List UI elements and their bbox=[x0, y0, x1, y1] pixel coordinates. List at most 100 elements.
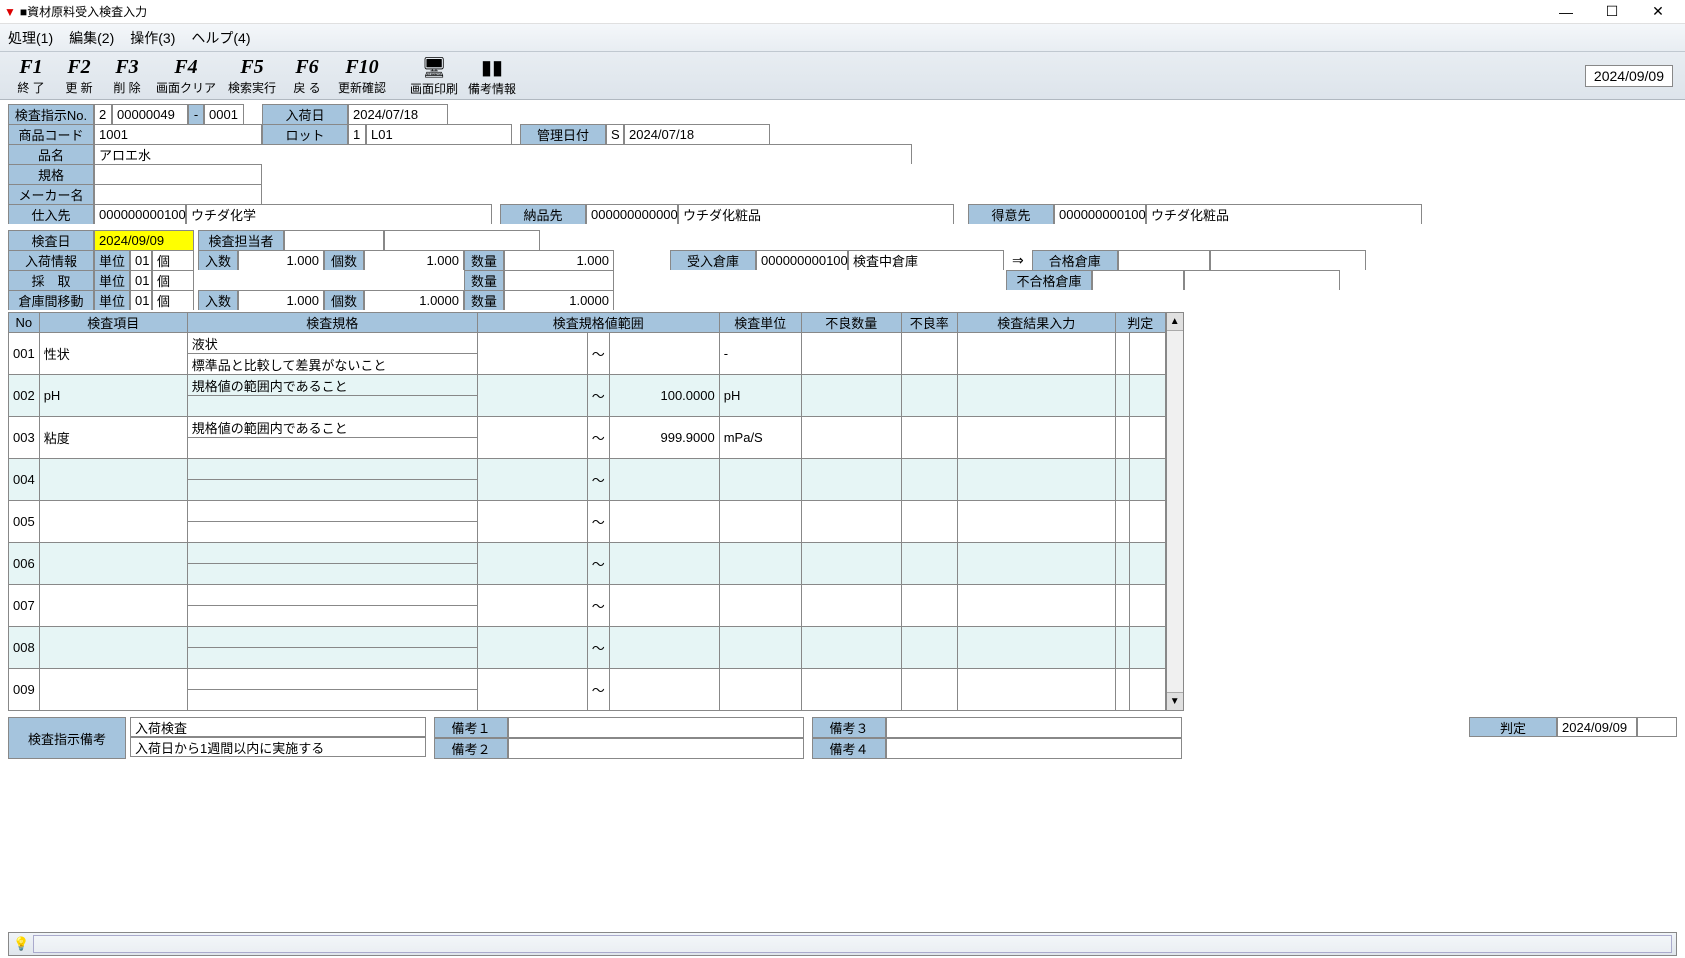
lot-label: ロット bbox=[262, 124, 348, 144]
table-row[interactable]: 002pH規格値の範囲内であること～100.0000pH bbox=[9, 375, 1166, 396]
bikou1-label: 備考１ bbox=[434, 717, 508, 738]
lot-2-input[interactable]: L01 bbox=[366, 124, 512, 144]
col-spec: 検査規格 bbox=[187, 313, 477, 333]
pass-wh-code[interactable] bbox=[1118, 250, 1210, 270]
fail-wh-label: 不合格倉庫 bbox=[1006, 270, 1092, 290]
inspect-no-label: 検査指示No. bbox=[8, 104, 94, 124]
inspect-no-3-input[interactable]: 0001 bbox=[204, 104, 244, 124]
menu-bar: 処理(1) 編集(2) 操作(3) ヘルプ(4) bbox=[0, 24, 1685, 52]
inspector-code-input[interactable] bbox=[284, 230, 384, 250]
in-qty-3[interactable]: 1.000 bbox=[238, 290, 324, 310]
menu-process[interactable]: 処理(1) bbox=[8, 28, 53, 48]
unit-code-2[interactable]: 01 bbox=[130, 270, 152, 290]
lot-1-input[interactable]: 1 bbox=[348, 124, 366, 144]
in-qty-1[interactable]: 1.000 bbox=[238, 250, 324, 270]
close-button[interactable]: ✕ bbox=[1635, 0, 1681, 24]
arrival-date-label: 入荷日 bbox=[262, 104, 348, 124]
f2-update-button[interactable]: F2更 新 bbox=[56, 54, 102, 98]
remarks-button[interactable]: ▮▮備考情報 bbox=[464, 54, 520, 98]
in-qty-label-3: 入数 bbox=[198, 290, 238, 310]
col-ng-rate: 不良率 bbox=[901, 313, 957, 333]
menu-operate[interactable]: 操作(3) bbox=[130, 28, 175, 48]
delivery-code-input[interactable]: 0000000000000 bbox=[586, 204, 678, 224]
table-row[interactable]: 003粘度規格値の範囲内であること～999.9000mPa/S bbox=[9, 417, 1166, 438]
recv-wh-name: 検査中倉庫 bbox=[848, 250, 1004, 270]
bikou2-label: 備考２ bbox=[434, 738, 508, 759]
product-name-input[interactable]: アロエ水 bbox=[94, 144, 912, 164]
judge-label: 判定 bbox=[1469, 717, 1557, 737]
maker-label: メーカー名 bbox=[8, 184, 94, 204]
bikou4-input[interactable] bbox=[886, 738, 1182, 759]
bikou3-input[interactable] bbox=[886, 717, 1182, 738]
unit-label-3: 単位 bbox=[94, 290, 130, 310]
f4-clear-button[interactable]: F4画面クリア bbox=[152, 54, 220, 98]
f6-back-button[interactable]: F6戻 る bbox=[284, 54, 330, 98]
arrival-info-label: 入荷情報 bbox=[8, 250, 94, 270]
maximize-button[interactable]: ☐ bbox=[1589, 0, 1635, 24]
table-row[interactable]: 006～ bbox=[9, 543, 1166, 564]
arrival-date-input[interactable]: 2024/07/18 bbox=[348, 104, 448, 124]
f3-delete-button[interactable]: F3削 除 bbox=[104, 54, 150, 98]
minimize-button[interactable]: — bbox=[1543, 0, 1589, 24]
piece-label-1: 個数 bbox=[324, 250, 364, 270]
maker-input[interactable] bbox=[94, 184, 262, 204]
col-range: 検査規格値範囲 bbox=[477, 313, 719, 333]
status-bar: 💡 bbox=[8, 932, 1677, 956]
table-row[interactable]: 005～ bbox=[9, 501, 1166, 522]
f5-search-button[interactable]: F5検索実行 bbox=[222, 54, 282, 98]
remark-label: 検査指示備考 bbox=[8, 717, 126, 759]
recv-wh-label: 受入倉庫 bbox=[670, 250, 756, 270]
piece-1[interactable]: 1.000 bbox=[364, 250, 464, 270]
customer-code-input[interactable]: 0000000001000 bbox=[1054, 204, 1146, 224]
bikou3-label: 備考３ bbox=[812, 717, 886, 738]
monitor-icon: 🖥 bbox=[421, 55, 446, 80]
menu-help[interactable]: ヘルプ(4) bbox=[191, 28, 250, 48]
supplier-code-input[interactable]: 0000000001000 bbox=[94, 204, 186, 224]
table-row[interactable]: 001性状液状～- bbox=[9, 333, 1166, 354]
scroll-up-icon[interactable]: ▲ bbox=[1167, 313, 1183, 331]
table-row[interactable]: 008～ bbox=[9, 627, 1166, 648]
col-ng-qty: 不良数量 bbox=[801, 313, 901, 333]
toolbar: F1終 了 F2更 新 F3削 除 F4画面クリア F5検索実行 F6戻 る F… bbox=[0, 52, 1685, 100]
recv-wh-code[interactable]: 0000000001000 bbox=[756, 250, 848, 270]
unit-code-1[interactable]: 01 bbox=[130, 250, 152, 270]
ctrl-date-2-input[interactable]: 2024/07/18 bbox=[624, 124, 770, 144]
inspect-no-2-input[interactable]: 00000049 bbox=[112, 104, 188, 124]
qty-1[interactable]: 1.000 bbox=[504, 250, 614, 270]
piece-3[interactable]: 1.0000 bbox=[364, 290, 464, 310]
customer-label: 得意先 bbox=[968, 204, 1054, 224]
spec-input[interactable] bbox=[94, 164, 262, 184]
document-icon: ▮▮ bbox=[481, 55, 503, 80]
bikou1-input[interactable] bbox=[508, 717, 804, 738]
table-row[interactable]: 004～ bbox=[9, 459, 1166, 480]
table-row[interactable]: 007～ bbox=[9, 585, 1166, 606]
product-code-input[interactable]: 1001 bbox=[94, 124, 262, 144]
f10-confirm-button[interactable]: F10更新確認 bbox=[332, 54, 392, 98]
bikou2-input[interactable] bbox=[508, 738, 804, 759]
fail-wh-code[interactable] bbox=[1092, 270, 1184, 290]
inspector-label: 検査担当者 bbox=[198, 230, 284, 250]
unit-code-3[interactable]: 01 bbox=[130, 290, 152, 310]
qty-2[interactable] bbox=[504, 270, 614, 290]
print-button[interactable]: 🖥画面印刷 bbox=[406, 54, 462, 98]
product-code-label: 商品コード bbox=[8, 124, 94, 144]
inspect-no-1-input[interactable]: 2 bbox=[94, 104, 112, 124]
table-row[interactable]: 009～ bbox=[9, 669, 1166, 690]
col-judge: 判定 bbox=[1115, 313, 1165, 333]
inspect-date-input[interactable]: 2024/09/09 bbox=[94, 230, 194, 250]
inspection-grid: No 検査項目 検査規格 検査規格値範囲 検査単位 不良数量 不良率 検査結果入… bbox=[8, 312, 1166, 711]
grid-scrollbar[interactable]: ▲ ▼ bbox=[1166, 312, 1184, 711]
piece-label-3: 個数 bbox=[324, 290, 364, 310]
qty-label-3: 数量 bbox=[464, 290, 504, 310]
qty-3[interactable]: 1.0000 bbox=[504, 290, 614, 310]
scroll-down-icon[interactable]: ▼ bbox=[1167, 692, 1183, 710]
judge-date[interactable]: 2024/09/09 bbox=[1557, 717, 1637, 737]
ctrl-date-1-input[interactable]: S bbox=[606, 124, 624, 144]
unit-name-2: 個 bbox=[152, 270, 194, 290]
f1-exit-button[interactable]: F1終 了 bbox=[8, 54, 54, 98]
judge-result[interactable] bbox=[1637, 717, 1677, 737]
sampling-label: 採 取 bbox=[8, 270, 94, 290]
delivery-name: ウチダ化粧品 bbox=[678, 204, 954, 224]
status-message bbox=[33, 935, 1672, 953]
menu-edit[interactable]: 編集(2) bbox=[69, 28, 114, 48]
